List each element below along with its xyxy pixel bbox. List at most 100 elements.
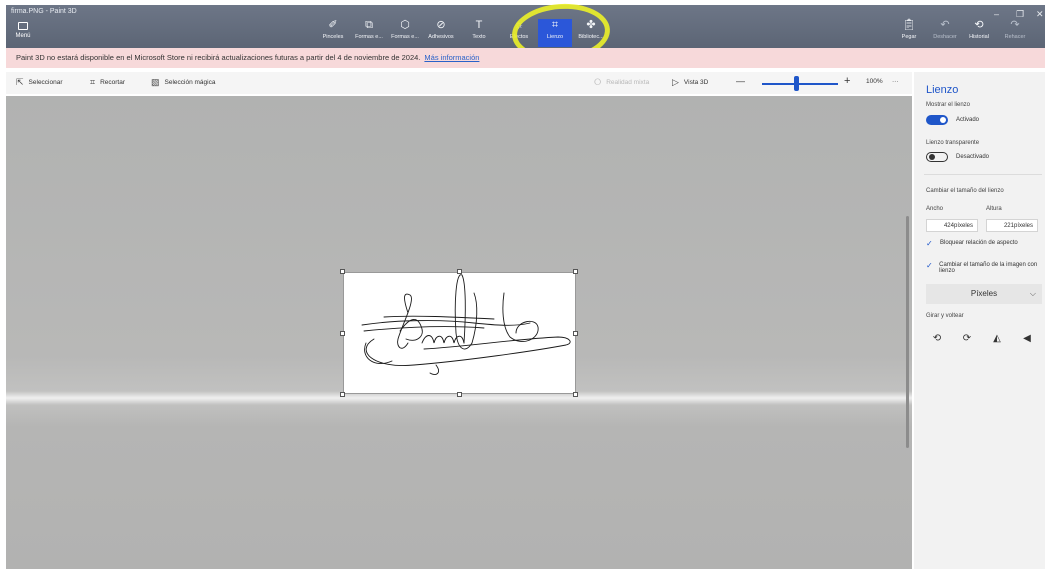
view-3d-label: Vista 3D	[683, 79, 709, 86]
paste-label: Pegar	[901, 34, 917, 40]
redo-button[interactable]: ↷ Rehacer	[998, 19, 1032, 47]
tool-text[interactable]: T Texto	[462, 19, 496, 47]
lock-aspect-checkbox[interactable]: ✓ Bloquear relación de aspecto	[926, 239, 1018, 248]
menu-label: Menú	[15, 33, 31, 39]
tool-label: Bibliotec...	[578, 34, 604, 40]
canvas-toolbar: ⇱ Seleccionar ⌗ Recortar ▧ Selección mág…	[6, 72, 912, 94]
clipboard-icon: 📋︎	[902, 19, 916, 31]
resize-handle-bottom[interactable]	[457, 392, 462, 397]
panel-title: Lienzo	[926, 84, 959, 96]
zoom-value[interactable]: 100%	[866, 78, 883, 85]
tool-label: Efectos	[509, 34, 529, 40]
height-label: Altura	[986, 206, 1002, 212]
checkmark-icon: ✓	[926, 239, 933, 248]
zoom-in-button[interactable]: +	[844, 75, 850, 87]
library-icon: ✤	[586, 19, 596, 31]
chevron-down-icon: ⌵	[1029, 289, 1036, 298]
magic-select-button[interactable]: ▧ Selección mágica	[151, 78, 215, 87]
tool-brushes[interactable]: ✐ Pinceles	[316, 19, 350, 47]
show-canvas-toggle[interactable]	[926, 115, 948, 125]
view-3d-button[interactable]: ▷ Vista 3D	[672, 78, 708, 87]
tool-effects[interactable]: ☼ Efectos	[502, 19, 536, 47]
magic-select-label: Selección mágica	[164, 79, 216, 86]
units-value: Píxeles	[970, 289, 998, 298]
undo-label: Deshacer	[933, 34, 957, 40]
show-canvas-state: Activado	[956, 117, 980, 123]
tool-stickers[interactable]: ⊘ Adhesivos	[424, 19, 458, 47]
mixed-reality-button[interactable]: ⭘ Realidad mixta	[594, 78, 649, 87]
window-title: firma.PNG - Paint 3D	[11, 8, 77, 15]
canvas-icon: ⌗	[551, 19, 559, 31]
toggle-knob	[940, 117, 946, 123]
banner-message: Paint 3D no estará disponible en el Micr…	[16, 53, 421, 62]
canvas-side-panel: Lienzo Mostrar el lienzo Activado Lienzo…	[914, 72, 1045, 569]
maximize-icon[interactable]: ❐	[1016, 9, 1024, 20]
resize-handle-bottom-right[interactable]	[573, 392, 578, 397]
menu-icon	[18, 22, 28, 30]
zoom-slider-thumb[interactable]	[794, 76, 800, 91]
history-button[interactable]: ⟲ Historial	[962, 19, 996, 47]
vertical-scrollbar[interactable]	[906, 216, 909, 448]
cursor-icon: ⇱	[16, 77, 24, 87]
history-label: Historial	[969, 34, 989, 40]
select-label: Seleccionar	[28, 79, 63, 86]
text-icon: T	[475, 19, 483, 31]
tool-3d-shapes[interactable]: ⬡ Formas e...	[388, 19, 422, 47]
units-dropdown[interactable]: Píxeles ⌵	[926, 284, 1042, 304]
more-info-link[interactable]: Más información	[424, 53, 479, 62]
flip-horizontal-icon[interactable]: ◭	[986, 328, 1008, 350]
tool-2d-shapes[interactable]: ⧉ Formas e...	[352, 19, 386, 47]
minimize-icon[interactable]: –	[994, 9, 999, 19]
height-field[interactable]: 221píxeles	[986, 219, 1038, 232]
select-button[interactable]: ⇱ Seleccionar	[16, 78, 63, 87]
more-options-button[interactable]: ···	[892, 78, 899, 85]
resize-handle-top-right[interactable]	[573, 269, 578, 274]
tool-library[interactable]: ✤ Bibliotec...	[574, 19, 608, 47]
tool-label: Lienzo	[546, 34, 564, 40]
2d-shapes-icon: ⧉	[365, 19, 373, 31]
tool-label: Formas e...	[391, 34, 419, 40]
resize-handle-bottom-left[interactable]	[340, 392, 345, 397]
undo-icon: ↶	[940, 19, 950, 31]
crop-label: Recortar	[100, 79, 126, 86]
transparent-canvas-label: Lienzo transparente	[926, 140, 980, 146]
resize-handle-top-left[interactable]	[340, 269, 345, 274]
tool-label: Pinceles	[322, 34, 344, 40]
canvas-document[interactable]	[343, 272, 576, 394]
transparent-canvas-state: Desactivado	[956, 154, 990, 160]
zoom-slider-track[interactable]	[762, 83, 838, 85]
transparent-canvas-toggle[interactable]	[926, 152, 948, 162]
signature-image	[361, 274, 571, 376]
width-label: Ancho	[926, 206, 944, 212]
tool-label: Formas e...	[355, 34, 383, 40]
ribbon: firma.PNG - Paint 3D Menú ✐ Pinceles ⧉ F…	[6, 5, 1045, 48]
close-icon[interactable]: ✕	[1036, 9, 1044, 20]
lock-aspect-label: Bloquear relación de aspecto	[940, 240, 1018, 246]
checkmark-icon: ✓	[926, 261, 933, 270]
zoom-out-button[interactable]: —	[736, 76, 745, 86]
magic-select-icon: ▧	[151, 77, 160, 87]
resize-image-checkbox[interactable]: ✓ Cambiar el tamaño de la imagen con lie…	[926, 261, 1042, 275]
undo-button[interactable]: ↶ Deshacer	[928, 19, 962, 47]
resize-handle-top[interactable]	[457, 269, 462, 274]
show-canvas-label: Mostrar el lienzo	[926, 102, 971, 108]
tool-label: Adhesivos	[428, 34, 454, 40]
effects-icon: ☼	[513, 19, 525, 31]
crop-button[interactable]: ⌗ Recortar	[90, 78, 125, 87]
tool-canvas[interactable]: ⌗ Lienzo	[538, 19, 572, 47]
paste-button[interactable]: 📋︎ Pegar	[892, 19, 926, 47]
rotate-left-icon[interactable]: ⟲	[926, 328, 948, 350]
resize-canvas-label: Cambiar el tamaño del lienzo	[926, 188, 1004, 194]
brush-icon: ✐	[328, 19, 338, 31]
sticker-icon: ⊘	[436, 19, 446, 31]
width-field[interactable]: 424píxeles	[926, 219, 978, 232]
resize-handle-right[interactable]	[573, 331, 578, 336]
canvas-workspace[interactable]	[6, 96, 912, 569]
menu-button[interactable]: Menú	[11, 22, 35, 39]
3d-view-icon: ▷	[672, 77, 679, 87]
history-icon: ⟲	[974, 19, 984, 31]
deprecation-banner: Paint 3D no estará disponible en el Micr…	[6, 48, 1045, 68]
resize-handle-left[interactable]	[340, 331, 345, 336]
flip-vertical-icon[interactable]: ◀	[1016, 328, 1038, 350]
rotate-right-icon[interactable]: ⟳	[956, 328, 978, 350]
